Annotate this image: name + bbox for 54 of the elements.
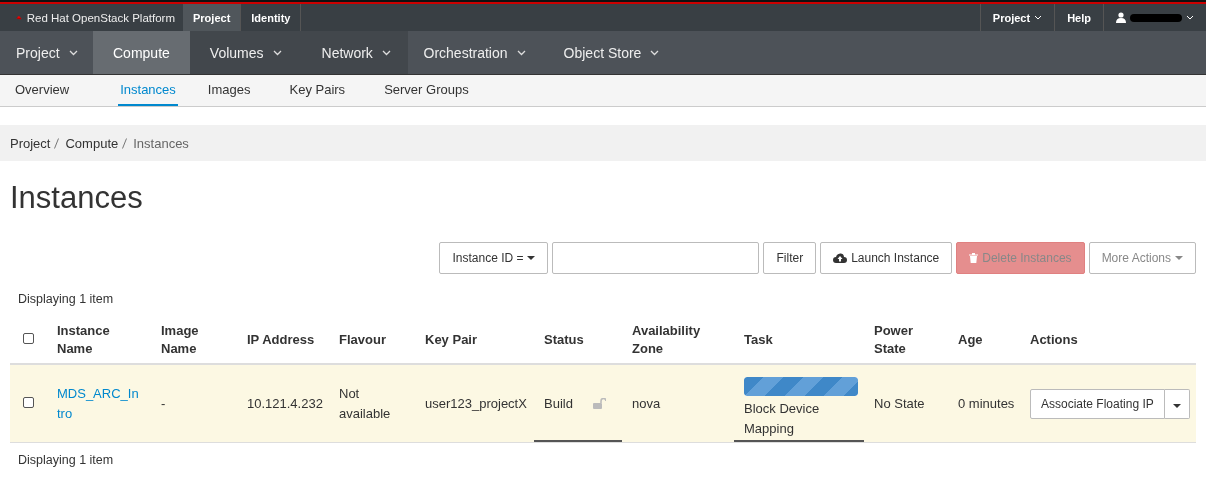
nav-tab[interactable]: Network [301, 31, 408, 74]
subnav-tab[interactable]: Overview [5, 75, 90, 106]
column-header: Key Pair [425, 332, 478, 347]
nav-tab[interactable]: Project [0, 31, 93, 74]
nav-tab[interactable]: Object Store [547, 31, 682, 74]
table-cell: No State [874, 395, 925, 411]
subnav-tab[interactable]: Server Groups [374, 75, 489, 106]
column-header: Status [544, 332, 584, 347]
breadcrumb-current: Instances [133, 135, 189, 151]
breadcrumb-separator [122, 137, 128, 149]
select-all-checkbox[interactable] [23, 333, 34, 344]
column-header: IP Address [247, 332, 315, 347]
table-cell: nova [632, 395, 661, 411]
item-count: Displaying 1 item [18, 292, 115, 307]
breadcrumb-separator [54, 137, 60, 149]
column-header: Image Name [161, 323, 199, 356]
nav-tab[interactable]: Volumes [189, 31, 302, 74]
table-cell: - [161, 395, 166, 411]
actions-dropdown-button[interactable] [1164, 388, 1190, 419]
trash-icon [969, 253, 979, 263]
filter-button[interactable]: Filter [763, 242, 817, 274]
column-header: Age [958, 332, 983, 347]
nav-tab[interactable]: Compute [93, 31, 190, 74]
launch-instance-button[interactable]: Launch Instance [820, 242, 953, 274]
column-header: Actions [1030, 332, 1078, 347]
column-header: Availability Zone [632, 323, 701, 356]
page-title: Instances [10, 179, 144, 217]
table-cell: 10.121.4.232 [247, 395, 323, 411]
brand-name[interactable]: Red Hat OpenStack Platform [26, 11, 175, 24]
subnav-tab[interactable]: Instances [118, 75, 178, 106]
row-checkbox[interactable] [23, 396, 34, 408]
filter-type-dropdown[interactable]: Instance ID = [439, 242, 549, 274]
breadcrumb-link[interactable]: Project [10, 135, 51, 151]
breadcrumb-link[interactable]: Compute [65, 135, 119, 151]
nav-tab[interactable]: Orchestration [407, 31, 548, 74]
column-header: Task [744, 332, 773, 347]
task-text: Block Device Mapping [744, 399, 821, 438]
column-header: Flavour [339, 332, 386, 347]
chevron-down-icon [1186, 15, 1194, 20]
table-cell: user123_projectX [425, 395, 527, 411]
cloud-upload-icon [833, 253, 848, 263]
table-cell: 0 minutes [958, 395, 1015, 411]
filter-input-field[interactable] [552, 242, 760, 274]
associate-floating-ip-button[interactable]: Associate Floating IP [1030, 388, 1165, 419]
status-text: Build [544, 394, 573, 413]
subnav-tab[interactable]: Key Pairs [279, 75, 366, 106]
user-icon [1116, 12, 1126, 23]
item-count: Displaying 1 item [18, 453, 115, 468]
column-header: Instance Name [57, 323, 110, 356]
context-tab[interactable]: Project [183, 4, 242, 31]
table-cell: Not available [339, 385, 391, 421]
chevron-down-icon [1034, 15, 1043, 20]
column-header: Power State [874, 323, 913, 356]
subnav-tab[interactable]: Images [197, 75, 271, 106]
